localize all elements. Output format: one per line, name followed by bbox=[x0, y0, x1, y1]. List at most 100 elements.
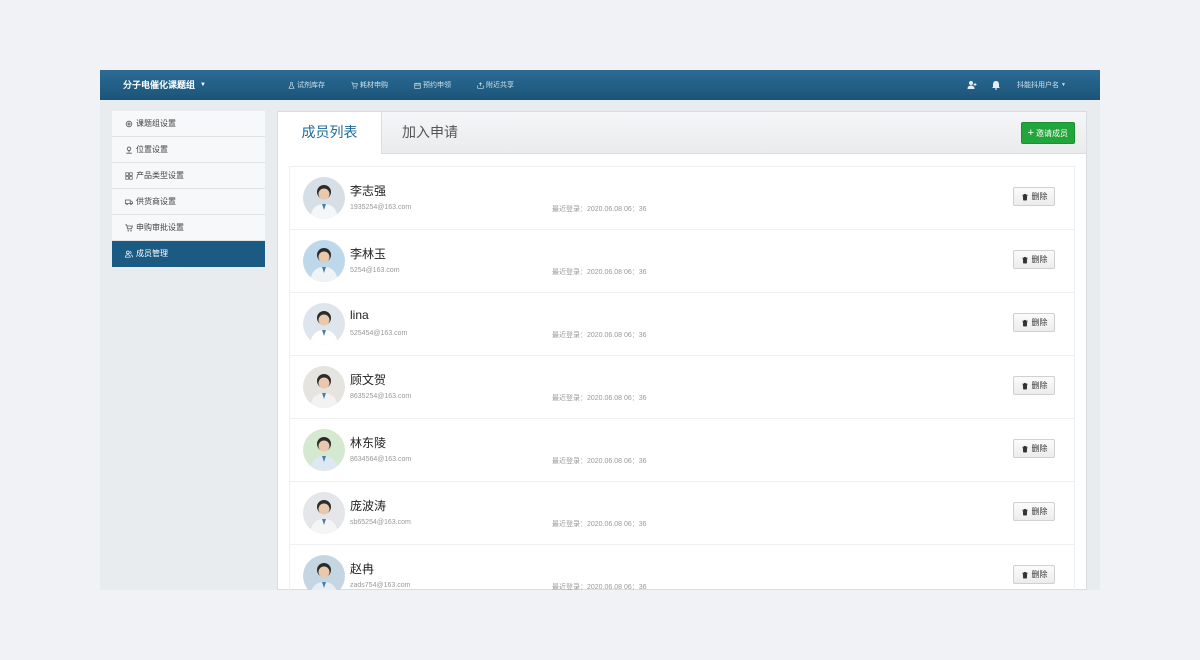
calendar-icon bbox=[414, 82, 421, 89]
member-list: 李志强 1935254@163.com 最近登录：2020.06.08 06：3… bbox=[289, 166, 1075, 590]
member-last-login: 最近登录：2020.06.08 06：36 bbox=[552, 521, 647, 528]
trash-icon bbox=[1021, 571, 1028, 578]
nav-reagent-stock[interactable]: 试剂库存 bbox=[288, 80, 325, 90]
delete-member-button[interactable]: 删除 bbox=[1013, 439, 1055, 458]
delete-member-button[interactable]: 删除 bbox=[1013, 565, 1055, 584]
nav-label: 预约申领 bbox=[423, 82, 451, 89]
nav-label: 试剂库存 bbox=[297, 82, 325, 89]
cart-icon bbox=[125, 223, 133, 232]
member-avatar bbox=[303, 303, 345, 345]
delete-member-button[interactable]: 删除 bbox=[1013, 376, 1055, 395]
truck-icon bbox=[125, 199, 133, 205]
settings-sidebar: 课题组设置 位置设置 产品类型设置 供货商设置 申购审批设置 成员管理 bbox=[112, 111, 265, 267]
sidebar-item-label: 产品类型设置 bbox=[136, 171, 184, 180]
sidebar-item-purchase-approval-settings[interactable]: 申购审批设置 bbox=[112, 215, 265, 241]
bell-icon[interactable] bbox=[991, 80, 1001, 90]
sidebar-item-label: 位置设置 bbox=[136, 145, 168, 154]
sidebar-item-product-type-settings[interactable]: 产品类型设置 bbox=[112, 163, 265, 189]
add-user-icon[interactable] bbox=[967, 80, 977, 90]
avatar-photo-icon bbox=[303, 492, 345, 534]
member-name: 庞波涛 bbox=[350, 499, 387, 513]
delete-member-button[interactable]: 删除 bbox=[1013, 502, 1055, 521]
trash-icon bbox=[1021, 193, 1028, 200]
users-icon bbox=[125, 250, 133, 258]
grid-icon bbox=[125, 171, 133, 180]
delete-button-label: 删除 bbox=[1031, 507, 1048, 516]
member-avatar bbox=[303, 555, 345, 590]
gear-icon bbox=[125, 120, 133, 127]
app-window: 分子电催化课题组 ▼ 试剂库存 耗材申购 预约申领 附近共享 抖能抖用户名 ▼ … bbox=[100, 70, 1100, 590]
group-name: 分子电催化课题组 bbox=[123, 80, 196, 90]
group-switcher[interactable]: 分子电催化课题组 ▼ bbox=[123, 70, 206, 100]
member-name: 赵冉 bbox=[350, 562, 375, 576]
member-name: 林东陵 bbox=[350, 436, 387, 450]
avatar-photo-icon bbox=[303, 366, 345, 408]
delete-button-label: 删除 bbox=[1031, 318, 1048, 327]
trash-icon bbox=[1021, 382, 1028, 389]
member-avatar bbox=[303, 429, 345, 471]
member-row: 庞波涛 sb65254@163.com 最近登录：2020.06.08 06：3… bbox=[290, 482, 1074, 545]
sidebar-item-label: 课题组设置 bbox=[136, 119, 176, 128]
member-avatar bbox=[303, 177, 345, 219]
member-row: lina 525454@163.com 最近登录：2020.06.08 06：3… bbox=[290, 293, 1074, 356]
delete-member-button[interactable]: 删除 bbox=[1013, 187, 1055, 206]
member-last-login: 最近登录：2020.06.08 06：36 bbox=[552, 332, 647, 339]
nav-nearby-share[interactable]: 附近共享 bbox=[477, 80, 514, 90]
member-avatar bbox=[303, 492, 345, 534]
delete-button-label: 删除 bbox=[1031, 444, 1048, 453]
plus-icon: + bbox=[1027, 126, 1034, 139]
member-last-login: 最近登录：2020.06.08 06：36 bbox=[552, 206, 647, 213]
nav-consumable-purchase[interactable]: 耗材申购 bbox=[351, 80, 388, 90]
cart-icon bbox=[351, 81, 358, 89]
flask-icon bbox=[288, 81, 295, 89]
trash-icon bbox=[1021, 319, 1028, 326]
delete-button-label: 删除 bbox=[1031, 255, 1048, 264]
user-menu[interactable]: 抖能抖用户名 ▼ bbox=[1017, 80, 1066, 90]
avatar-photo-icon bbox=[303, 303, 345, 345]
member-last-login: 最近登录：2020.06.08 06：36 bbox=[552, 458, 647, 465]
sidebar-item-group-settings[interactable]: 课题组设置 bbox=[112, 111, 265, 137]
member-last-login: 最近登录：2020.06.08 06：36 bbox=[552, 584, 647, 590]
share-icon bbox=[477, 81, 484, 89]
tab-join-requests[interactable]: 加入申请 bbox=[402, 112, 458, 153]
member-email: 8635254@163.com bbox=[350, 393, 412, 400]
nav-label: 耗材申购 bbox=[360, 82, 388, 89]
member-email: sb65254@163.com bbox=[350, 519, 411, 526]
nav-reservation[interactable]: 预约申领 bbox=[414, 80, 451, 90]
sidebar-item-label: 申购审批设置 bbox=[136, 223, 184, 232]
top-navbar: 分子电催化课题组 ▼ 试剂库存 耗材申购 预约申领 附近共享 抖能抖用户名 ▼ bbox=[100, 70, 1100, 100]
member-email: 525454@163.com bbox=[350, 330, 408, 337]
invite-member-button[interactable]: + 邀请成员 bbox=[1020, 122, 1075, 144]
delete-member-button[interactable]: 删除 bbox=[1013, 313, 1055, 332]
member-name: 顾文贺 bbox=[350, 373, 387, 387]
member-row: 李林玉 5254@163.com 最近登录：2020.06.08 06：36 删… bbox=[290, 230, 1074, 293]
caret-down-icon: ▼ bbox=[200, 82, 206, 88]
avatar-photo-icon bbox=[303, 555, 345, 590]
sidebar-item-supplier-settings[interactable]: 供货商设置 bbox=[112, 189, 265, 215]
member-name: 李志强 bbox=[350, 184, 387, 198]
member-last-login: 最近登录：2020.06.08 06：36 bbox=[552, 395, 647, 402]
main-nav: 试剂库存 耗材申购 预约申领 附近共享 bbox=[288, 70, 540, 100]
tab-member-list[interactable]: 成员列表 bbox=[278, 112, 382, 154]
member-row: 林东陵 8634564@163.com 最近登录：2020.06.08 06：3… bbox=[290, 419, 1074, 482]
delete-button-label: 删除 bbox=[1031, 381, 1048, 390]
top-right-tools: 抖能抖用户名 ▼ bbox=[953, 70, 1066, 100]
sidebar-item-member-management[interactable]: 成员管理 bbox=[112, 241, 265, 267]
trash-icon bbox=[1021, 508, 1028, 515]
trash-icon bbox=[1021, 445, 1028, 452]
avatar-photo-icon bbox=[303, 177, 345, 219]
member-name: lina bbox=[350, 308, 369, 322]
avatar-photo-icon bbox=[303, 240, 345, 282]
member-avatar bbox=[303, 240, 345, 282]
trash-icon bbox=[1021, 256, 1028, 263]
delete-button-label: 删除 bbox=[1031, 570, 1048, 579]
delete-member-button[interactable]: 删除 bbox=[1013, 250, 1055, 269]
member-avatar bbox=[303, 366, 345, 408]
sidebar-item-location-settings[interactable]: 位置设置 bbox=[112, 137, 265, 163]
member-last-login: 最近登录：2020.06.08 06：36 bbox=[552, 269, 647, 276]
sidebar-item-label: 成员管理 bbox=[136, 249, 168, 258]
sidebar-item-label: 供货商设置 bbox=[136, 197, 176, 206]
member-row: 李志强 1935254@163.com 最近登录：2020.06.08 06：3… bbox=[290, 167, 1074, 230]
member-panel: 成员列表 加入申请 + 邀请成员 李志强 1935254@163.com 最近登… bbox=[277, 111, 1087, 590]
member-name: 李林玉 bbox=[350, 247, 387, 261]
